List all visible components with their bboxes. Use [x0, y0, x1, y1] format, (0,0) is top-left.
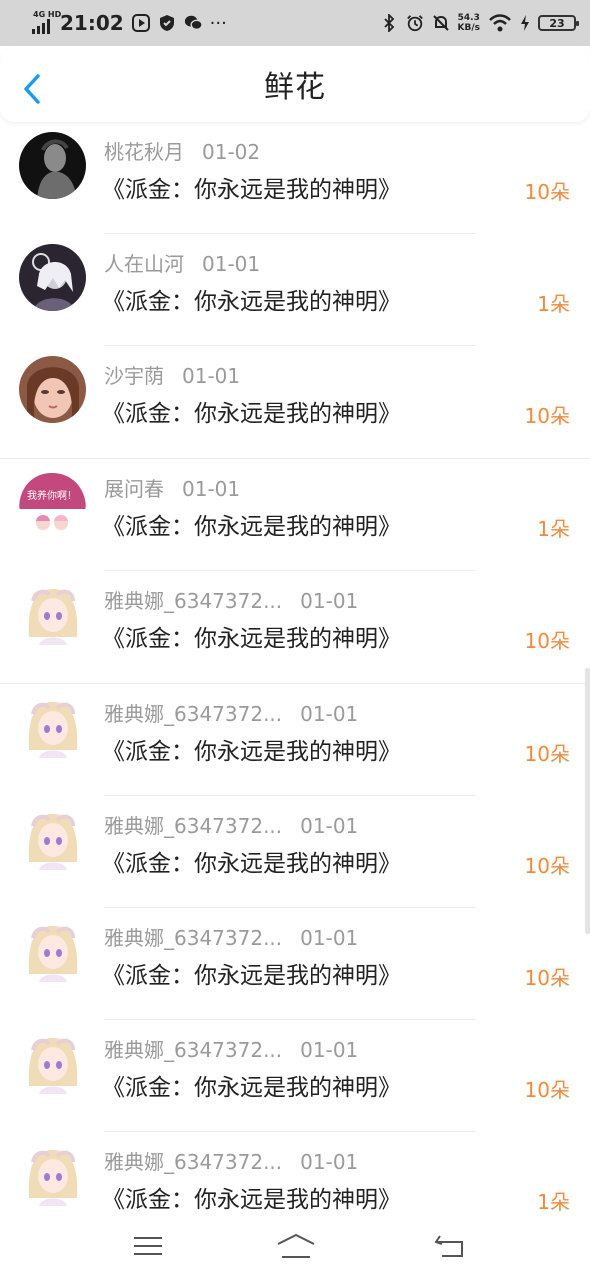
flower-count: 1朵 — [537, 1190, 570, 1214]
list-item[interactable]: 人在山河 01-01 《派金：你永远是我的神明》 1朵 — [0, 234, 590, 346]
signal-icon — [32, 18, 50, 34]
book-title: 《派金：你永远是我的神明》 — [102, 401, 401, 427]
flower-list: 桃花秋月 01-02 《派金：你永远是我的神明》 10朵 人在山河 01-01 《派… — [0, 122, 590, 1244]
user-name: 桃花秋月 — [104, 140, 184, 164]
item-meta: 雅典娜_6347372... 01-01 — [104, 1146, 358, 1175]
avatar[interactable] — [19, 581, 86, 648]
item-date: 01-01 — [300, 1038, 359, 1062]
item-date: 01-01 — [182, 364, 241, 388]
wifi-icon — [488, 14, 512, 32]
back-arrow-icon[interactable] — [20, 72, 46, 106]
avatar[interactable] — [19, 806, 86, 873]
book-title: 《派金：你永远是我的神明》 — [102, 177, 401, 203]
shield-icon — [158, 14, 176, 32]
system-nav-bar — [0, 1214, 590, 1280]
user-name: 雅典娜_6347372... — [104, 1150, 283, 1174]
book-title: 《派金：你永远是我的神明》 — [102, 1187, 401, 1213]
item-date: 01-02 — [202, 140, 261, 164]
book-title: 《派金：你永远是我的神明》 — [102, 289, 401, 315]
flower-count: 10朵 — [524, 742, 570, 766]
item-date: 01-01 — [300, 589, 359, 613]
list-item[interactable]: 桃花秋月 01-02 《派金：你永远是我的神明》 10朵 — [0, 122, 590, 234]
battery-icon: 23 — [538, 15, 579, 31]
flower-count: 10朵 — [524, 180, 570, 204]
flower-count: 10朵 — [524, 629, 570, 653]
list-item[interactable]: 雅典娜_6347372... 01-01 《派金：你永远是我的神明》 10朵 — [0, 908, 590, 1020]
header-bar: 鲜花 — [0, 46, 590, 122]
book-title: 《派金：你永远是我的神明》 — [102, 851, 401, 877]
user-name: 雅典娜_6347372... — [104, 814, 283, 838]
item-meta: 雅典娜_6347372... 01-01 — [104, 922, 358, 951]
menu-icon[interactable] — [132, 1232, 164, 1260]
item-date: 01-01 — [300, 1150, 359, 1174]
flower-count: 10朵 — [524, 1078, 570, 1102]
user-name: 人在山河 — [104, 252, 184, 276]
flower-count: 10朵 — [524, 854, 570, 878]
flower-count: 1朵 — [537, 292, 570, 316]
status-bar: 4G HD 21:02 ··· 54.3 KB/s 23 — [0, 0, 590, 46]
item-date: 01-01 — [182, 477, 241, 501]
user-name: 雅典娜_6347372... — [104, 702, 283, 726]
book-title: 《派金：你永远是我的神明》 — [102, 963, 401, 989]
avatar-text: 我养你啊！ — [27, 489, 77, 502]
item-meta: 展问春 01-01 — [104, 473, 240, 502]
book-title: 《派金：你永远是我的神明》 — [102, 626, 401, 652]
item-meta: 桃花秋月 01-02 — [104, 136, 260, 165]
flower-count: 1朵 — [537, 517, 570, 541]
avatar[interactable] — [19, 132, 86, 199]
item-meta: 雅典娜_6347372... 01-01 — [104, 810, 358, 839]
avatar[interactable]: 我养你啊！ — [19, 469, 86, 536]
book-title: 《派金：你永远是我的神明》 — [102, 739, 401, 765]
user-name: 展问春 — [104, 477, 164, 501]
item-date: 01-01 — [202, 252, 261, 276]
list-item[interactable]: 雅典娜_6347372... 01-01 《派金：你永远是我的神明》 10朵 — [0, 684, 590, 796]
video-icon — [131, 14, 150, 32]
flower-count: 10朵 — [524, 966, 570, 990]
avatar[interactable] — [19, 1030, 86, 1097]
avatar[interactable] — [19, 918, 86, 985]
user-name: 雅典娜_6347372... — [104, 926, 283, 950]
list-item[interactable]: 雅典娜_6347372... 01-01 《派金：你永远是我的神明》 10朵 — [0, 796, 590, 908]
wechat-icon — [184, 14, 202, 32]
back-icon[interactable] — [434, 1232, 466, 1260]
charging-icon — [520, 14, 530, 32]
user-name: 雅典娜_6347372... — [104, 589, 283, 613]
user-name: 沙宇荫 — [104, 364, 164, 388]
bluetooth-icon — [380, 14, 398, 32]
user-name: 雅典娜_6347372... — [104, 1038, 283, 1062]
flower-count: 10朵 — [524, 404, 570, 428]
item-meta: 雅典娜_6347372... 01-01 — [104, 585, 358, 614]
avatar[interactable] — [19, 356, 86, 423]
clock: 21:02 — [60, 11, 124, 35]
mute-icon — [432, 14, 450, 32]
network-speed: 54.3 KB/s — [457, 13, 480, 33]
item-meta: 雅典娜_6347372... 01-01 — [104, 1034, 358, 1063]
list-item[interactable]: 我养你啊！ 展问春 01-01 《派金：你永远是我的神明》 1朵 — [0, 459, 590, 571]
avatar[interactable] — [19, 694, 86, 761]
book-title: 《派金：你永远是我的神明》 — [102, 1075, 401, 1101]
item-date: 01-01 — [300, 926, 359, 950]
scrollbar[interactable] — [585, 668, 590, 934]
avatar[interactable] — [19, 1142, 86, 1209]
item-meta: 沙宇荫 01-01 — [104, 360, 240, 389]
more-icon: ··· — [209, 12, 227, 34]
page-title: 鲜花 — [264, 70, 326, 105]
list-item[interactable]: 雅典娜_6347372... 01-01 《派金：你永远是我的神明》 10朵 — [0, 1020, 590, 1132]
item-meta: 人在山河 01-01 — [104, 248, 260, 277]
home-icon[interactable] — [276, 1232, 316, 1260]
item-date: 01-01 — [300, 702, 359, 726]
list-item[interactable]: 雅典娜_6347372... 01-01 《派金：你永远是我的神明》 10朵 — [0, 571, 590, 684]
network-type: 4G HD — [33, 10, 62, 19]
item-meta: 雅典娜_6347372... 01-01 — [104, 698, 358, 727]
book-title: 《派金：你永远是我的神明》 — [102, 514, 401, 540]
item-date: 01-01 — [300, 814, 359, 838]
avatar[interactable] — [19, 244, 86, 311]
alarm-icon — [406, 14, 424, 32]
list-item[interactable]: 沙宇荫 01-01 《派金：你永远是我的神明》 10朵 — [0, 346, 590, 459]
